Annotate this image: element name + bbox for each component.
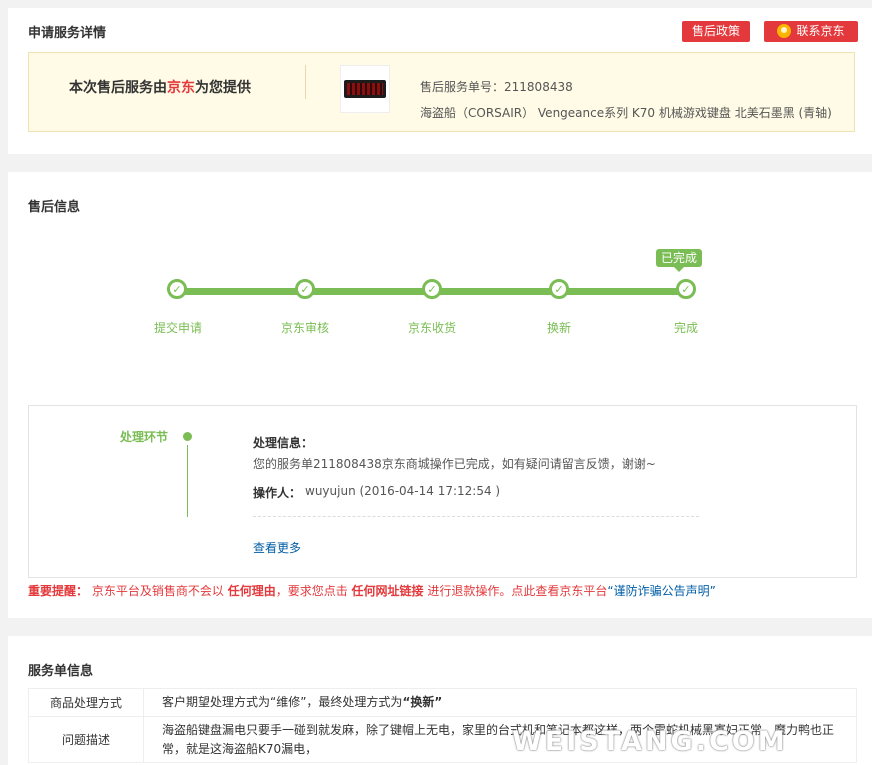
fraud-warning: 重要提醒： 京东平台及销售商不会以 任何理由，要求您点击 任何网址链接 进行退款… (28, 582, 716, 599)
service-notice: 本次售后服务由京东为您提供 售后服务单号：211808438 海盗船（CORSA… (28, 52, 855, 132)
apply-detail-panel: 申请服务详情 售后政策 联系京东 本次售后服务由京东为您提供 售后服务单号：21… (8, 8, 872, 154)
product-thumbnail[interactable] (340, 65, 390, 113)
service-number-value: 211808438 (504, 80, 573, 94)
warning-text-3: ，要求您点击 (275, 584, 348, 598)
service-provider-text: 本次售后服务由京东为您提供 (69, 77, 251, 97)
notice-divider (305, 65, 306, 99)
step-node-replace: ✓ (549, 279, 569, 299)
step-label-review: 京东审核 (280, 321, 329, 335)
operator-value: wuyujun (2016-04-14 17:12:54 ) (305, 484, 501, 498)
timeline-line (187, 445, 188, 517)
table-key-cell: 商品处理方式 (28, 688, 144, 717)
after-sale-title: 售后信息 (28, 200, 81, 215)
final-handling-method: “换新” (402, 695, 443, 709)
warning-label: 重要提醒： (28, 584, 89, 598)
step-node-review: ✓ (295, 279, 315, 299)
notice-prefix: 本次售后服务由 (69, 80, 167, 96)
contact-jd-button[interactable]: 联系京东 (764, 21, 858, 42)
view-more-link[interactable]: 查看更多 (253, 539, 301, 556)
process-info-label: 处理信息： (253, 436, 314, 450)
after-sale-policy-button[interactable]: 售后政策 (682, 21, 750, 42)
notice-brand: 京东 (167, 80, 195, 96)
process-info-text: 您的服务单211808438京东商城操作已完成，如有疑问请留言反馈，谢谢~ (253, 457, 656, 471)
step-node-receive: ✓ (422, 279, 442, 299)
after-sale-panel: 售后信息 已完成 ✓ ✓ ✓ ✓ ✓ 提交申请 京东审核 京东收货 换新 完成 … (8, 172, 872, 618)
site-watermark: WEISTANG.COM (512, 726, 788, 757)
warning-text-5: 进行退款操作。点此查看京东平台 (427, 584, 608, 598)
apply-detail-title: 申请服务详情 (28, 26, 107, 41)
warning-text-2: 任何理由 (227, 584, 276, 598)
table-value-cell: 客户期望处理方式为“维修”，最终处理方式为“换新” (143, 688, 857, 717)
operator-label: 操作人： (253, 486, 302, 500)
step-node-complete: ✓ (676, 279, 696, 299)
jd-logo-icon (777, 24, 792, 38)
step-node-submit: ✓ (167, 279, 187, 299)
warning-text-1: 京东平台及销售商不会以 (91, 584, 224, 598)
contact-jd-label: 联系京东 (796, 24, 845, 38)
process-info-box: 处理环节 处理信息： 您的服务单211808438京东商城操作已完成，如有疑问请… (28, 405, 857, 578)
table-key-cell: 问题描述 (28, 716, 144, 763)
warning-text-4: 任何网址链接 (351, 584, 424, 598)
notice-suffix: 为您提供 (195, 80, 251, 96)
product-name[interactable]: 海盗船（CORSAIR） Vengeance系列 K70 机械游戏键盘 北美石墨… (420, 104, 832, 121)
anti-fraud-notice-link[interactable]: “谨防诈骗公告声明” (607, 584, 715, 598)
timeline-dot (183, 432, 192, 441)
service-order-title: 服务单信息 (28, 664, 94, 679)
completed-tag: 已完成 (656, 249, 703, 272)
keyboard-image (344, 80, 386, 98)
process-stage-label: 处理环节 (120, 430, 169, 444)
service-number-label: 售后服务单号： (420, 80, 505, 94)
step-label-replace: 换新 (546, 321, 571, 335)
service-number: 售后服务单号：211808438 (420, 78, 573, 95)
step-label-complete: 完成 (673, 321, 698, 335)
handling-method-text: 客户期望处理方式为“维修”，最终处理方式为 (162, 695, 403, 709)
step-label-submit: 提交申请 (153, 321, 202, 335)
table-row: 商品处理方式 客户期望处理方式为“维修”，最终处理方式为“换新” (28, 688, 857, 717)
dashed-divider (253, 516, 699, 517)
step-label-receive: 京东收货 (407, 321, 456, 335)
